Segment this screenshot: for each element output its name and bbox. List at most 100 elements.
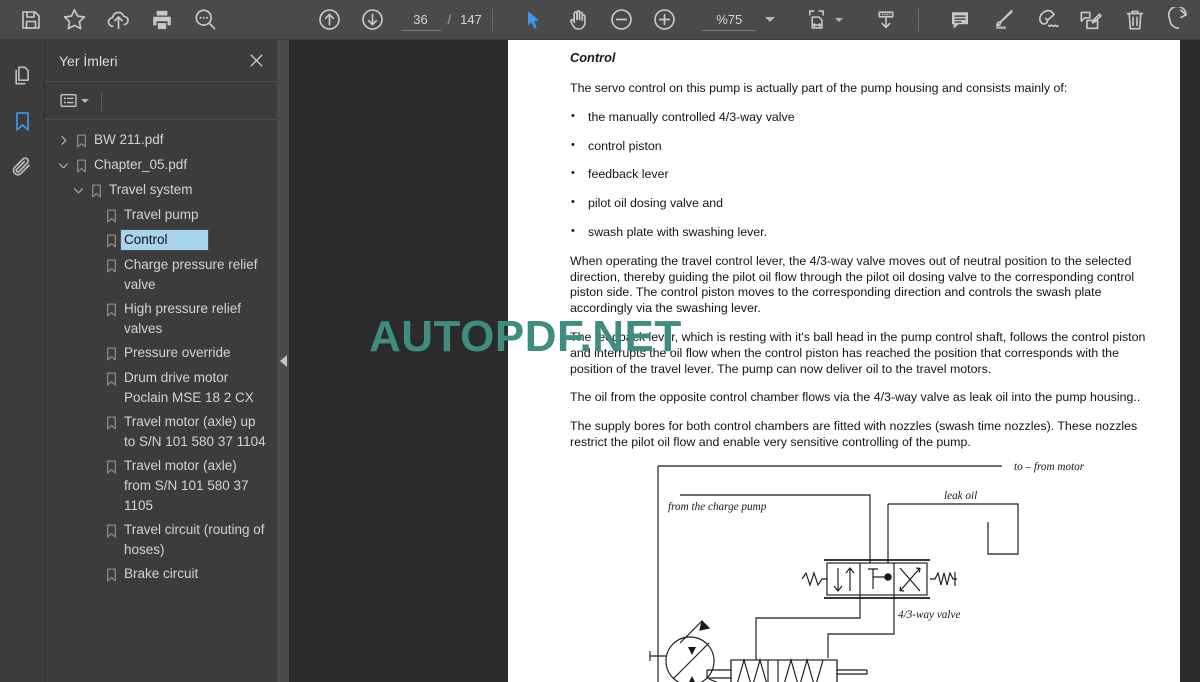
bookmark-item-label: Travel pump: [124, 207, 199, 222]
bookmark-flag-icon: [77, 134, 86, 147]
pages-icon: [14, 65, 29, 84]
bookmark-expander-empty: [85, 299, 102, 320]
bookmark-item-label: Pressure override: [124, 345, 231, 360]
bookmark-item-label: Chapter_05.pdf: [94, 157, 188, 172]
bookmark-expander[interactable]: [70, 180, 87, 201]
document-bullet-item: the manually controlled 4/3-way valve: [570, 109, 1158, 126]
bookmark-tree-item[interactable]: Charge pressure relief valve: [45, 253, 277, 297]
arrow-up-circle-icon: [318, 9, 340, 30]
bookmark-tree-item[interactable]: Travel circuit (routing of hoses): [45, 518, 277, 562]
bookmark-tree-item[interactable]: Pressure override: [45, 341, 277, 366]
plus-circle-icon: [654, 9, 676, 30]
sidebar-item-attachments[interactable]: [0, 144, 45, 190]
pdf-reader-window: / 147: [0, 0, 1200, 682]
document-bullet-item: swash plate with swashing lever.: [570, 224, 1158, 241]
download-tray-icon: [878, 10, 894, 28]
panel-collapse-handle[interactable]: [277, 40, 289, 682]
bookmark-options-chevron-down-icon[interactable]: [81, 98, 89, 103]
document-viewer[interactable]: Control The servo control on this pump i…: [289, 40, 1200, 682]
bookmark-flag-icon: [107, 347, 116, 360]
favorite-button[interactable]: [53, 0, 97, 40]
hydraulic-schematic-diagram: to – from motor from the charge pump lea…: [570, 448, 1170, 682]
bookmarks-panel: Yer İmleri BW 211.pdf Chapter_05.pdf Tra…: [45, 40, 277, 682]
chevron-down-icon[interactable]: [765, 17, 776, 22]
bookmark-item-label: Travel system: [109, 182, 193, 197]
bookmark-expander[interactable]: [55, 130, 72, 151]
bookmark-tree-item[interactable]: High pressure relief valves: [45, 297, 277, 341]
zoom-level-input[interactable]: [702, 8, 757, 31]
diagram-label-way-valve: 4/3-way valve: [898, 609, 960, 621]
document-paragraph: When operating the travel control lever,…: [570, 253, 1135, 316]
comment-button[interactable]: [938, 0, 982, 40]
document-bullet-list: the manually controlled 4/3-way valve con…: [570, 109, 1158, 241]
bookmark-tree-item[interactable]: Travel pump: [45, 203, 277, 228]
pdf-page: Control The servo control on this pump i…: [508, 40, 1180, 682]
chevron-down-icon: [59, 163, 68, 169]
fit-page-icon: [808, 10, 824, 29]
zoom-in-button[interactable]: [643, 0, 687, 40]
download-button[interactable]: [864, 0, 908, 40]
next-page-button[interactable]: [351, 0, 395, 40]
bookmark-expander-empty: [85, 205, 102, 226]
bookmark-tree-item[interactable]: Travel motor (axle) up to S/N 101 580 37…: [45, 410, 277, 454]
diagram-label-from-charge-pump: from the charge pump: [668, 501, 767, 513]
bookmark-flag-icon-wrap: [102, 343, 121, 364]
highlight-button[interactable]: [982, 0, 1026, 40]
zoom-out-button[interactable]: [600, 0, 644, 40]
main-toolbar: / 147: [0, 0, 1200, 40]
toolbar-divider-2: [917, 8, 919, 31]
cursor-arrow-icon: [528, 10, 540, 29]
delete-button[interactable]: [1113, 0, 1157, 40]
page-navigator: / 147: [400, 8, 482, 31]
bookmark-item-label: Travel motor (axle) up to S/N 101 580 37…: [124, 414, 266, 449]
stamp-edit-icon: [1080, 11, 1103, 30]
bookmark-flag-icon: [107, 568, 116, 581]
bookmark-tree-item[interactable]: BW 211.pdf: [45, 128, 277, 153]
prev-page-button[interactable]: [307, 0, 351, 40]
bookmark-tree[interactable]: BW 211.pdf Chapter_05.pdf Travel system Tra…: [45, 120, 277, 682]
document-paragraph: The feedback lever, which is resting wit…: [570, 329, 1146, 376]
sidebar-item-bookmarks[interactable]: [0, 98, 45, 144]
bookmark-expander-empty: [85, 343, 102, 364]
bookmark-expander-empty: [85, 368, 102, 389]
bookmark-toolbar-divider: [101, 90, 102, 111]
document-bullet-item: feedback lever: [570, 166, 1158, 183]
fit-page-button[interactable]: [800, 0, 832, 40]
close-panel-button[interactable]: [243, 48, 269, 74]
bookmark-flag-icon: [107, 416, 116, 429]
bookmark-flag-icon: [107, 259, 116, 272]
bookmark-tree-item[interactable]: Travel motor (axle) from S/N 101 580 37 …: [45, 454, 277, 518]
close-icon: [250, 54, 262, 67]
select-tool-button[interactable]: [512, 0, 556, 40]
rotate-button[interactable]: [1156, 0, 1200, 40]
fit-page-chevron-down-icon[interactable]: [835, 17, 844, 22]
sidebar-item-thumbnails[interactable]: [0, 52, 45, 98]
bookmark-tree-item[interactable]: Brake circuit: [45, 562, 277, 587]
bookmark-expander[interactable]: [55, 155, 72, 176]
bookmark-tree-item[interactable]: Travel system: [45, 178, 277, 203]
save-button[interactable]: [9, 0, 53, 40]
upload-button[interactable]: [97, 0, 141, 40]
bookmark-flag-icon-wrap: [72, 155, 91, 176]
bookmark-tree-item[interactable]: Drum drive motor Poclain MSE 18 2 CX: [45, 366, 277, 410]
stamp-button[interactable]: [1069, 0, 1113, 40]
bookmark-flag-icon-wrap: [102, 520, 121, 541]
print-button[interactable]: [140, 0, 184, 40]
star-icon: [64, 8, 86, 30]
bookmark-tree-item[interactable]: Chapter_05.pdf: [45, 153, 277, 178]
pan-tool-button[interactable]: [556, 0, 600, 40]
ink-button[interactable]: [1026, 0, 1070, 40]
page-number-input[interactable]: [400, 8, 441, 31]
document-bullet-item: control piston: [570, 138, 1158, 155]
zoom-level-control: [702, 8, 779, 31]
bookmark-flag-icon-wrap: [102, 456, 121, 477]
document-heading: Control: [570, 50, 616, 65]
bookmark-options-button[interactable]: [59, 91, 89, 110]
document-paragraph: The oil from the opposite control chambe…: [570, 390, 1141, 405]
search-button[interactable]: [184, 0, 228, 40]
pen-ink-icon: [1038, 9, 1059, 28]
bookmarks-panel-title: Yer İmleri: [59, 52, 118, 69]
bookmark-tree-item[interactable]: Control: [45, 228, 277, 253]
bookmark-flag-icon-wrap: [102, 564, 121, 585]
document-bullet-item: pilot oil dosing valve and: [570, 195, 1158, 212]
